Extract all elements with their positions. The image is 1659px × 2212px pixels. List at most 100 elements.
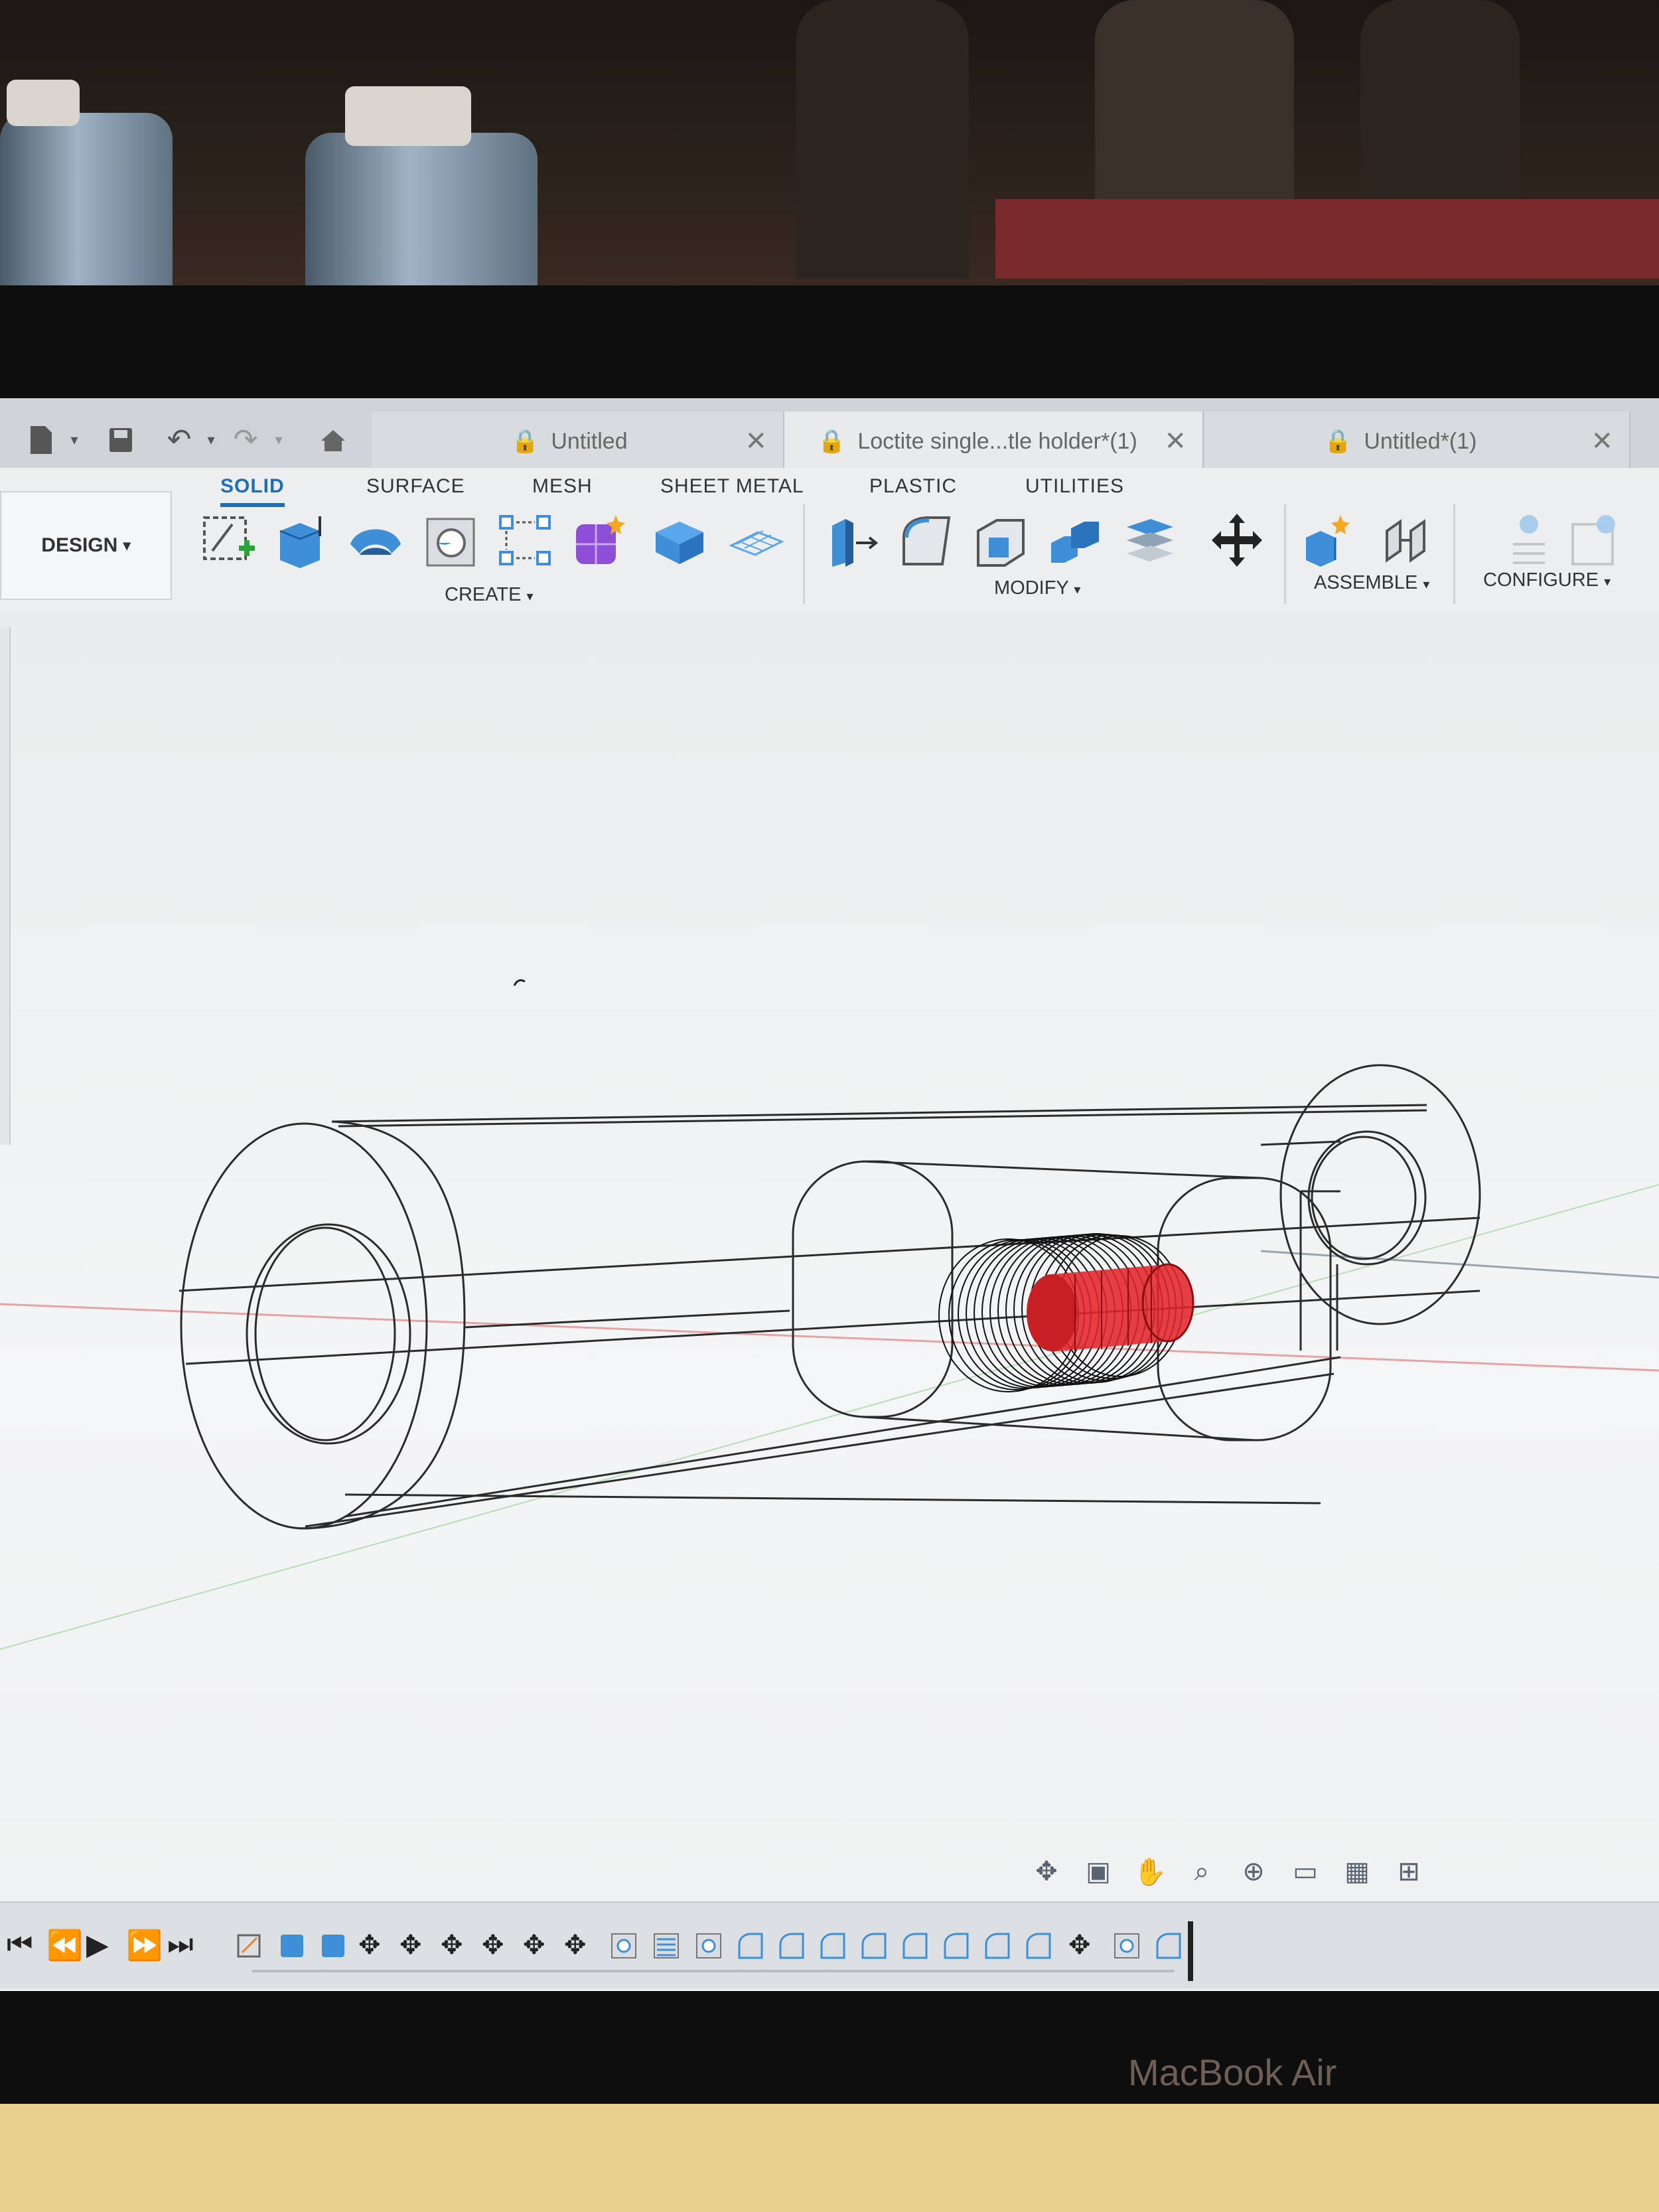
timeline-thread-icon[interactable] (652, 1931, 681, 1960)
timeline-fillet-icon[interactable] (941, 1931, 970, 1960)
timeline-move-icon[interactable]: ✥ (564, 1930, 587, 1960)
look-at-icon[interactable]: ▣ (1077, 1856, 1119, 1887)
timeline-fillet-icon[interactable] (859, 1931, 888, 1960)
pan-icon[interactable]: ✋ (1129, 1856, 1171, 1887)
close-icon[interactable]: ✕ (1164, 426, 1187, 457)
redo-icon[interactable]: ↷ (232, 425, 259, 455)
grid-icon[interactable]: ▦ (1336, 1856, 1378, 1887)
timeline-fillet-icon[interactable] (776, 1931, 806, 1960)
undo-icon[interactable]: ↶ (166, 425, 192, 455)
timeline-extrude-icon[interactable] (277, 1931, 307, 1960)
tab-loctite-holder[interactable]: 🔒 Loctite single...tle holder*(1) ✕ (784, 411, 1204, 471)
fit-icon[interactable]: ⊕ (1232, 1856, 1275, 1887)
tab-sheet-metal[interactable]: SHEET METAL (660, 475, 804, 498)
mesh-plane-icon[interactable] (726, 511, 784, 569)
desk-surface (0, 2104, 1659, 2212)
step-back-icon[interactable]: ⏪ (46, 1928, 83, 1962)
tab-label: Untitled*(1) (1364, 428, 1477, 454)
create-group-label[interactable]: CREATE ▾ (445, 584, 534, 606)
navigation-bar: ✥ ▣ ✋ ⌕ ⊕ ▭ ▦ ⊞ (1025, 1845, 1450, 1898)
bottle-cap (345, 86, 471, 146)
floor-carpet (995, 199, 1659, 279)
close-icon[interactable]: ✕ (1591, 426, 1613, 457)
go-to-start-icon[interactable]: ⏮ (7, 1928, 33, 1961)
tab-utilities[interactable]: UTILITIES (1025, 475, 1124, 498)
shell-icon[interactable] (972, 511, 1030, 569)
joint-icon[interactable] (1376, 511, 1435, 569)
display-icon[interactable]: ▭ (1284, 1856, 1327, 1887)
lock-icon: 🔒 (818, 429, 846, 454)
new-component-icon[interactable] (1301, 511, 1359, 569)
timeline-fillet-icon[interactable] (982, 1931, 1011, 1960)
timeline-hole-icon[interactable] (609, 1931, 638, 1960)
left-end-face (180, 1122, 428, 1530)
timeline-move-icon[interactable]: ✥ (399, 1930, 422, 1960)
tab-solid[interactable]: SOLID (220, 475, 285, 507)
timeline-move-icon[interactable]: ✥ (1068, 1930, 1091, 1960)
move-icon[interactable] (1208, 511, 1266, 569)
timeline-move-icon[interactable]: ✥ (523, 1930, 545, 1960)
highlighted-body[interactable] (1027, 1263, 1194, 1352)
timeline-marker[interactable] (1188, 1921, 1193, 1981)
chevron-down-icon: ▾ (526, 589, 534, 604)
configure-table-icon[interactable] (1500, 511, 1558, 569)
tab-untitled-1[interactable]: 🔒 Untitled*(1) ✕ (1204, 411, 1630, 471)
hole-icon[interactable] (422, 511, 480, 569)
timeline-fillet-icon[interactable] (735, 1931, 764, 1960)
step-forward-icon[interactable]: ⏩ (126, 1928, 163, 1962)
right-bore (1307, 1130, 1427, 1266)
zoom-icon[interactable]: ⌕ (1181, 1857, 1223, 1887)
timeline-sketch-icon[interactable] (236, 1931, 265, 1960)
timeline-fillet-icon[interactable] (1023, 1931, 1052, 1960)
tab-mesh[interactable]: MESH (532, 475, 593, 498)
tab-plastic[interactable]: PLASTIC (869, 475, 957, 498)
replace-face-icon[interactable] (1120, 511, 1179, 569)
pattern-icon[interactable] (496, 511, 555, 569)
chevron-down-icon[interactable]: ▾ (61, 425, 88, 455)
cursor-icon (513, 979, 526, 986)
timeline-move-icon[interactable]: ✥ (441, 1930, 463, 1960)
configure-label: CONFIGURE (1483, 569, 1599, 591)
home-icon[interactable] (320, 425, 346, 455)
wireframe-model[interactable] (0, 614, 1659, 1901)
assemble-group-label[interactable]: ASSEMBLE ▾ (1314, 572, 1429, 594)
body-inner-edge (464, 1309, 790, 1329)
timeline-hole-icon[interactable] (694, 1931, 723, 1960)
close-icon[interactable]: ✕ (745, 426, 767, 457)
play-icon[interactable]: ▶ (86, 1928, 109, 1962)
timeline-fillet-icon[interactable] (818, 1931, 847, 1960)
go-to-end-icon[interactable]: ⏭ (167, 1928, 194, 1961)
revolve-icon[interactable] (346, 511, 405, 569)
configure-rule-icon[interactable] (1566, 511, 1624, 569)
create-label: CREATE (445, 584, 522, 605)
group-separator (1284, 504, 1286, 604)
extrude-icon[interactable] (273, 511, 332, 569)
chevron-down-icon[interactable]: ▾ (198, 425, 224, 455)
timeline-move-icon[interactable]: ✥ (482, 1930, 504, 1960)
tab-untitled[interactable]: 🔒 Untitled ✕ (372, 411, 784, 471)
timeline-extrude-icon[interactable] (319, 1931, 348, 1960)
chevron-down-icon[interactable]: ▾ (265, 425, 292, 455)
orbit-icon[interactable]: ✥ (1025, 1856, 1068, 1887)
press-pull-icon[interactable] (823, 511, 881, 569)
file-icon[interactable] (28, 425, 54, 455)
tab-surface[interactable]: SURFACE (366, 475, 465, 498)
create-form-icon[interactable] (572, 511, 630, 569)
chevron-down-icon: ▾ (1074, 583, 1081, 597)
fillet-icon[interactable] (897, 511, 956, 569)
create-sketch-icon[interactable] (199, 511, 257, 569)
configure-group-label[interactable]: CONFIGURE ▾ (1483, 569, 1611, 591)
save-icon[interactable] (108, 425, 134, 455)
timeline-fillet-icon[interactable] (900, 1931, 929, 1960)
timeline-hole-icon[interactable] (1112, 1931, 1141, 1960)
timeline-fillet-icon[interactable] (1153, 1931, 1183, 1960)
tab-label: Untitled (551, 428, 628, 454)
timeline-move-icon[interactable]: ✥ (358, 1930, 381, 1960)
viewport-icon[interactable]: ⊞ (1388, 1856, 1430, 1887)
derive-icon[interactable] (650, 511, 709, 569)
modify-group-label[interactable]: MODIFY ▾ (994, 577, 1080, 599)
group-separator (1453, 504, 1455, 604)
right-bore-inner (1311, 1136, 1417, 1260)
workspace-switcher-button[interactable]: DESIGN ▾ (0, 491, 172, 600)
combine-icon[interactable] (1046, 511, 1104, 569)
